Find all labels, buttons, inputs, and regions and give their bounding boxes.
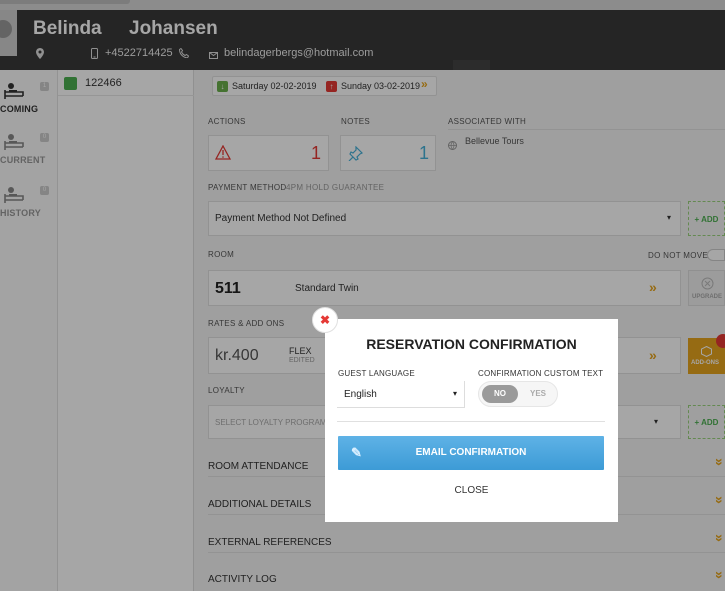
guest-language-label: GUEST LANGUAGE (338, 369, 415, 378)
guest-language-value: English (344, 389, 377, 400)
dropdown-caret-icon: ▾ (453, 389, 458, 398)
pen-icon: ✎ (351, 445, 362, 460)
email-confirmation-button[interactable]: ✎ EMAIL CONFIRMATION (338, 436, 604, 470)
guest-language-select[interactable]: English ▾ (337, 381, 465, 408)
email-confirmation-label: EMAIL CONFIRMATION (415, 447, 527, 458)
toggle-yes[interactable]: YES (525, 385, 551, 403)
close-link[interactable]: CLOSE (325, 485, 618, 496)
reservation-confirmation-dialog: RESERVATION CONFIRMATION GUEST LANGUAGE … (325, 319, 618, 522)
custom-text-toggle[interactable]: NO YES (478, 381, 558, 407)
divider (337, 421, 605, 422)
custom-text-label: CONFIRMATION CUSTOM TEXT (478, 369, 604, 378)
close-icon[interactable]: ✖ (312, 307, 338, 333)
toggle-no[interactable]: NO (482, 385, 518, 403)
dialog-title: RESERVATION CONFIRMATION (366, 336, 577, 352)
